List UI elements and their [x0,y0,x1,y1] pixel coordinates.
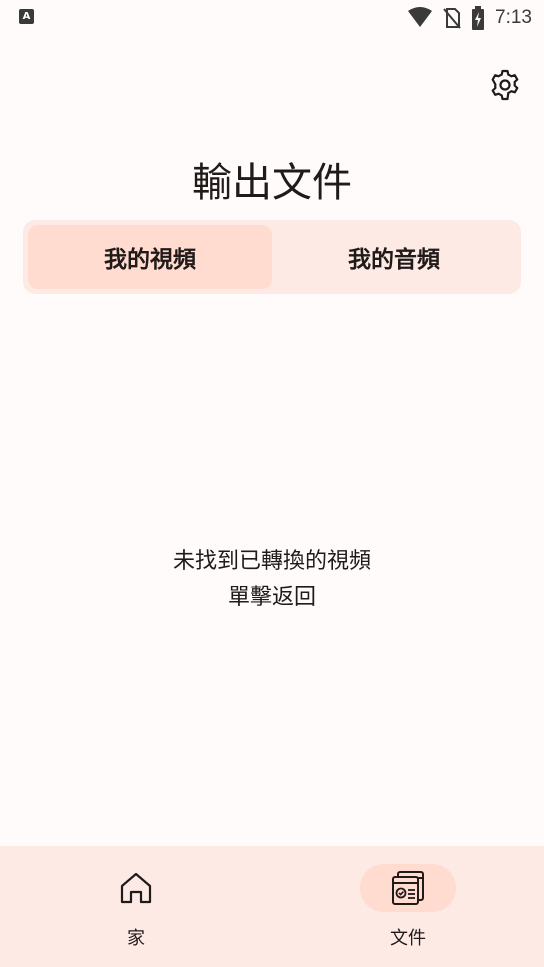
home-icon [120,872,152,904]
wifi-icon [408,7,433,27]
no-sim-icon [443,8,461,29]
status-bar: A 7:13 [0,0,544,36]
empty-message: 未找到已轉換的視頻 [172,549,371,574]
page-title: 輸出文件 [192,160,352,206]
nav-label-home: 家 [127,928,145,949]
nav-item-files[interactable]: 文件 [272,846,544,967]
tab-bar: 我的視頻 我的音頻 [23,220,521,294]
files-icon [392,871,424,905]
status-time: 7:13 [495,7,532,28]
tab-my-audio[interactable]: 我的音頻 [272,225,516,289]
nav-pill-files [360,864,456,912]
status-icons: 7:13 [407,4,532,32]
nav-label-files: 文件 [390,928,426,949]
empty-state[interactable]: 未找到已轉換的視頻 單擊返回 [0,544,544,616]
nav-item-home[interactable]: 家 [0,846,272,967]
battery-charging-icon [472,6,485,30]
nav-pill-home [88,864,184,912]
notification-icon: A [19,9,34,24]
settings-button[interactable] [488,68,522,102]
tab-my-videos[interactable]: 我的視頻 [28,225,272,289]
click-to-return-link[interactable]: 單擊返回 [0,580,544,616]
gear-icon [491,69,519,101]
bottom-nav: 家 文件 [0,846,544,967]
